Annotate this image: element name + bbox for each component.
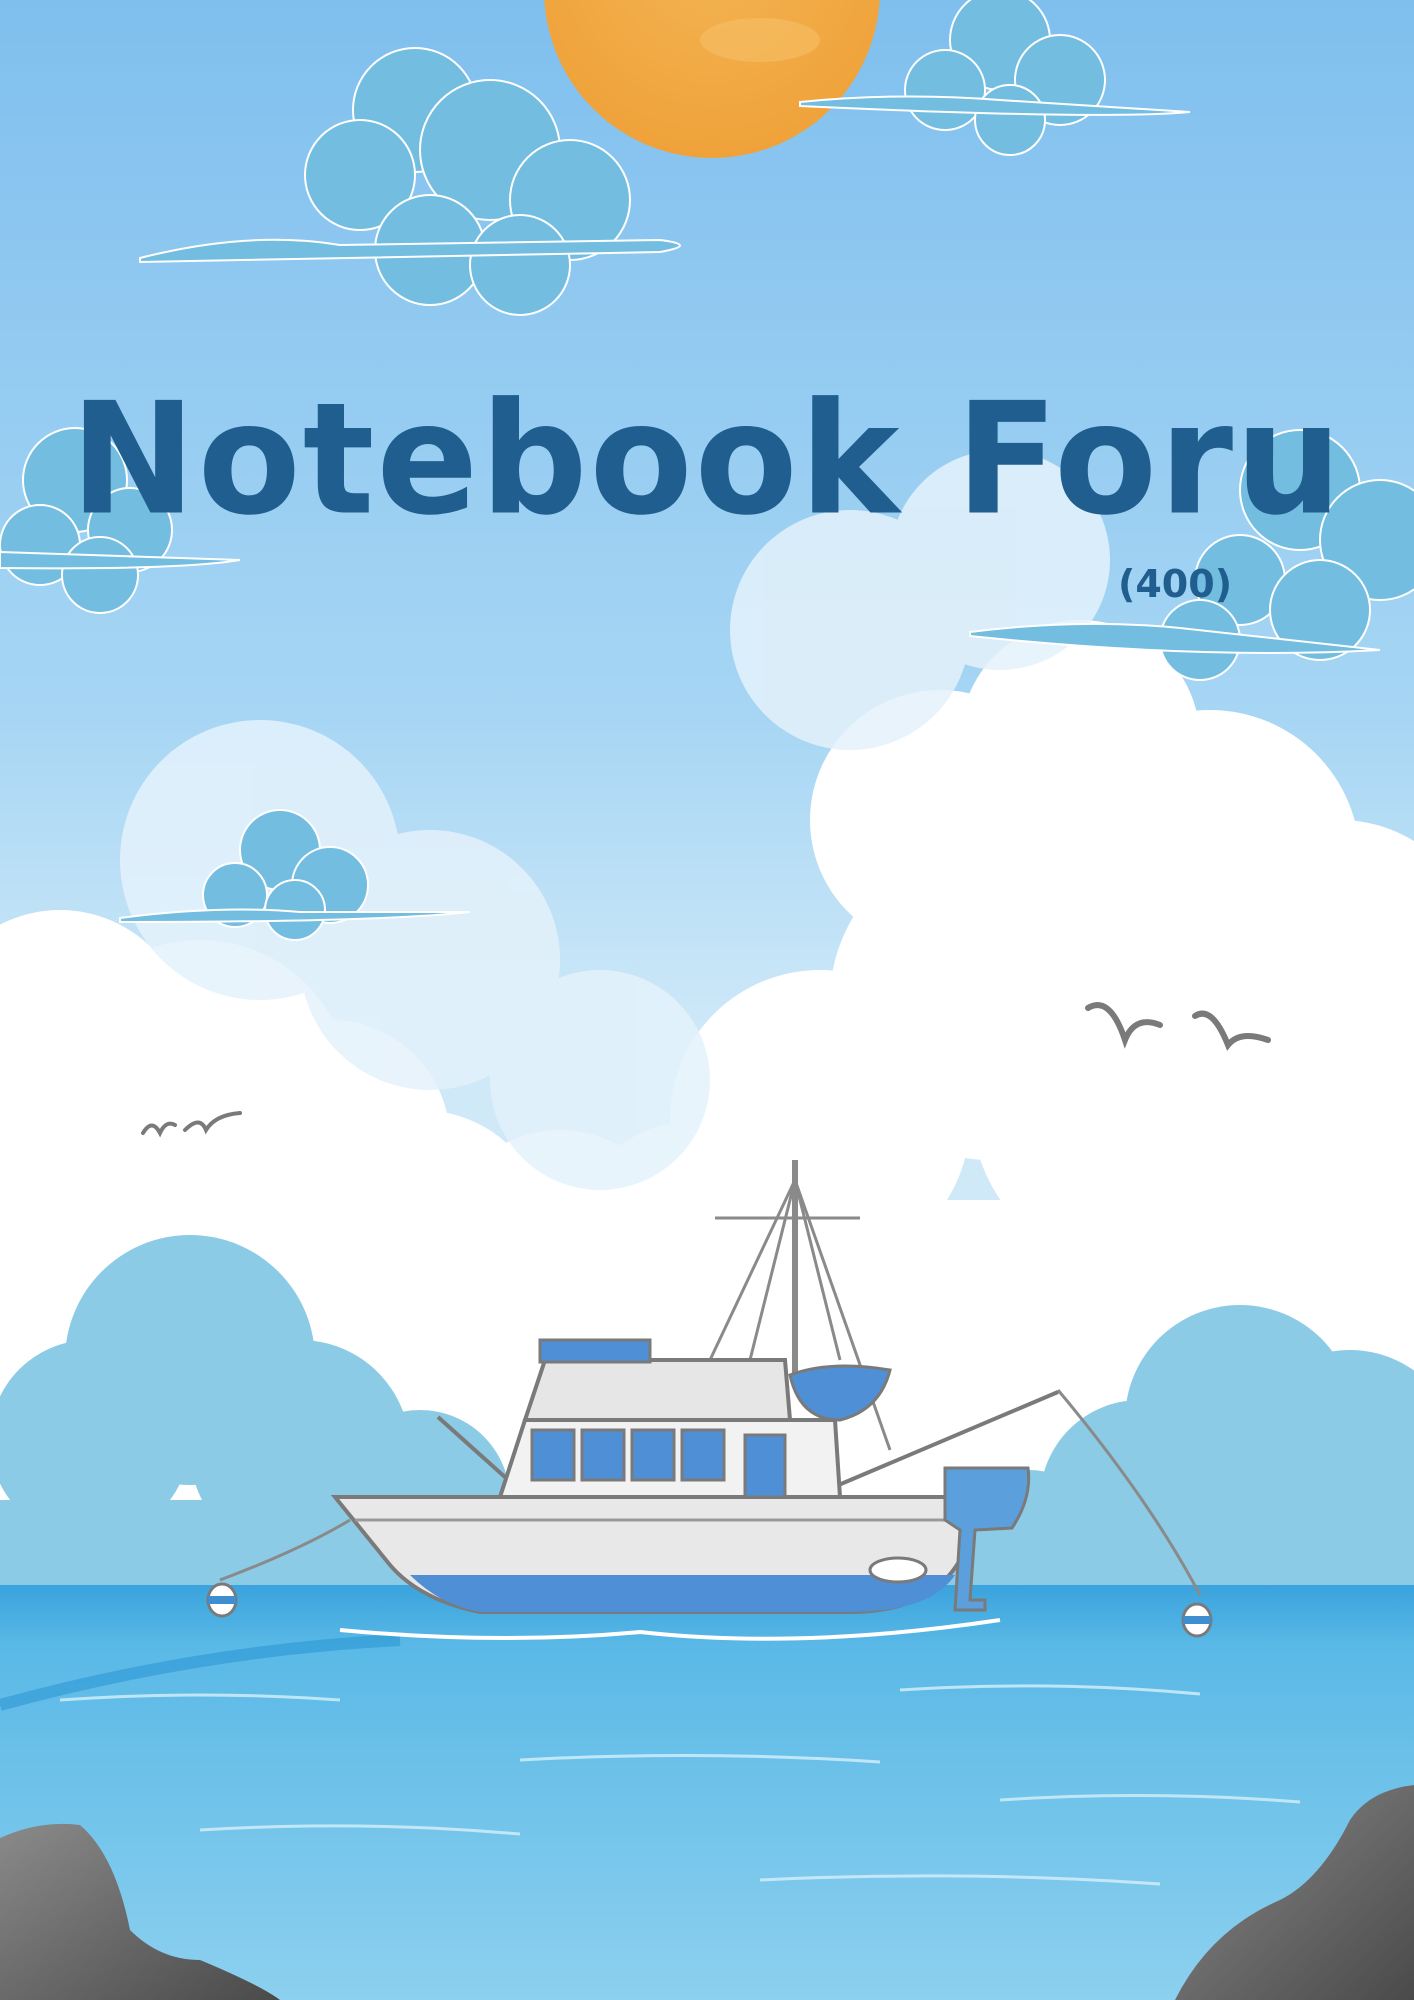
cover-title: Notebook Foru [70,370,1344,550]
sea [0,1585,1414,2000]
buoy-left-icon [206,1582,238,1618]
cover-illustration [0,0,1414,2000]
buoy-right-icon [1181,1602,1213,1638]
notebook-cover: Notebook Foru (400) [0,0,1414,2000]
page-count-label: (400) [1118,562,1233,606]
